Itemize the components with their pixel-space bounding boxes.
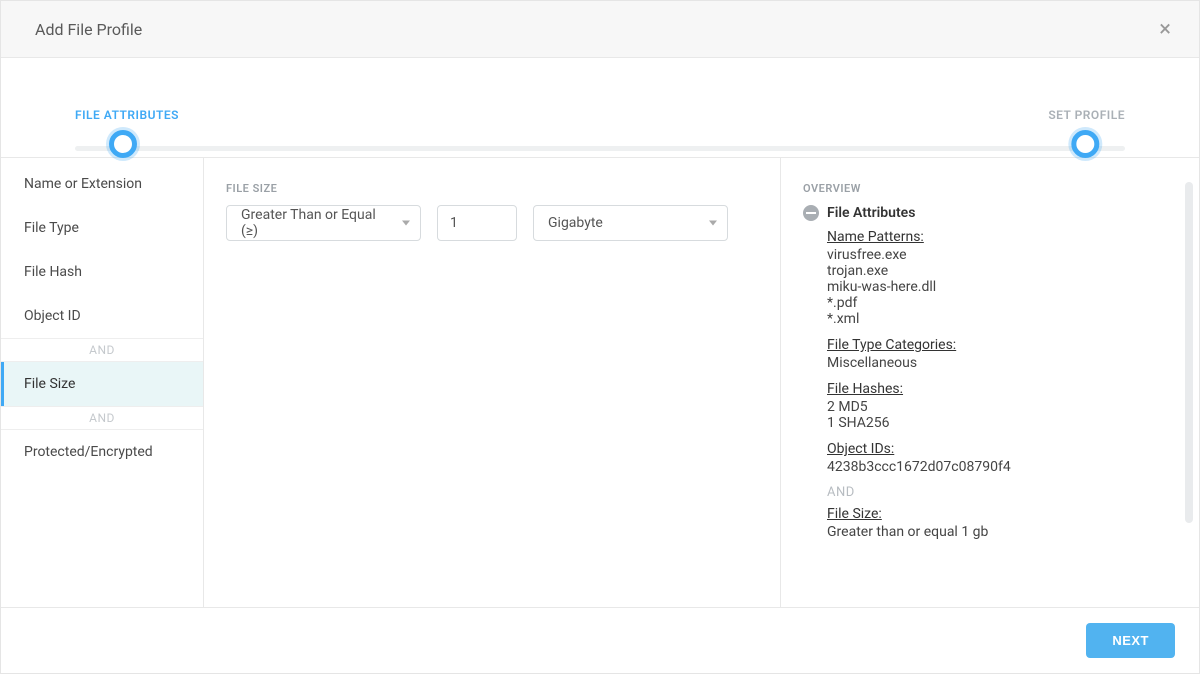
overview-group-title: File Hashes: [827, 381, 1177, 397]
unit-select[interactable]: Gigabyte [533, 205, 728, 241]
overview-section-header: File Attributes [803, 205, 1177, 221]
sidebar-item-name-extension[interactable]: Name or Extension [1, 162, 203, 206]
step-dot-icon [109, 130, 137, 158]
overview-value: virusfree.exe [827, 247, 1177, 263]
attribute-sidebar: Name or Extension File Type File Hash Ob… [1, 158, 204, 607]
overview-value: Miscellaneous [827, 355, 1177, 371]
overview-group-title: File Size: [827, 506, 1177, 522]
overview-group-title: File Type Categories: [827, 337, 1177, 353]
step-set-profile[interactable]: SET PROFILE [1048, 108, 1125, 158]
overview-group-file-size: File Size: Greater than or equal 1 gb [827, 506, 1177, 540]
step-label: FILE ATTRIBUTES [75, 108, 179, 122]
overview-body: Name Patterns: virusfree.exe trojan.exe … [803, 229, 1177, 540]
chevron-down-icon [402, 221, 410, 226]
sidebar-item-protected-encrypted[interactable]: Protected/Encrypted [1, 430, 203, 474]
section-label: FILE SIZE [226, 182, 758, 195]
step-dot-icon [1071, 130, 1099, 158]
modal-body: Name or Extension File Type File Hash Ob… [1, 158, 1199, 607]
overview-value: 1 SHA256 [827, 415, 1177, 431]
overview-panel: OVERVIEW File Attributes Name Patterns: … [781, 158, 1199, 607]
size-value: 1 [450, 215, 458, 231]
next-button[interactable]: NEXT [1086, 623, 1175, 658]
overview-group-title: Object IDs: [827, 441, 1177, 457]
wizard-stepper: FILE ATTRIBUTES SET PROFILE [1, 58, 1199, 158]
overview-section-title: File Attributes [827, 205, 915, 221]
file-size-controls: Greater Than or Equal (≥) 1 Gigabyte [226, 205, 758, 241]
add-file-profile-modal: Add File Profile × FILE ATTRIBUTES SET P… [0, 0, 1200, 674]
modal-footer: NEXT [1, 607, 1199, 673]
file-size-panel: FILE SIZE Greater Than or Equal (≥) 1 Gi… [204, 158, 781, 607]
modal-title: Add File Profile [35, 20, 142, 39]
sidebar-item-file-type[interactable]: File Type [1, 206, 203, 250]
comparator-select[interactable]: Greater Than or Equal (≥) [226, 205, 421, 241]
overview-value: miku-was-here.dll [827, 279, 1177, 295]
overview-group-title: Name Patterns: [827, 229, 1177, 245]
overview-group-name-patterns: Name Patterns: virusfree.exe trojan.exe … [827, 229, 1177, 327]
scrollbar-thumb[interactable] [1185, 182, 1193, 523]
overview-group-file-hashes: File Hashes: 2 MD5 1 SHA256 [827, 381, 1177, 431]
collapse-icon[interactable] [803, 205, 819, 221]
sidebar-item-file-size[interactable]: File Size [1, 362, 203, 406]
modal-header: Add File Profile × [1, 1, 1199, 58]
overview-value: *.pdf [827, 295, 1177, 311]
stepper-line [75, 146, 1125, 151]
chevron-down-icon [709, 221, 717, 226]
overview-value: *.xml [827, 311, 1177, 327]
size-value-input[interactable]: 1 [437, 205, 517, 241]
overview-group-object-ids: Object IDs: 4238b3ccc1672d07c08790f4 [827, 441, 1177, 475]
sidebar-separator: AND [1, 406, 203, 430]
comparator-value: Greater Than or Equal (≥) [241, 207, 390, 239]
sidebar-separator: AND [1, 338, 203, 362]
overview-and-separator: AND [827, 485, 1177, 500]
sidebar-item-file-hash[interactable]: File Hash [1, 250, 203, 294]
sidebar-item-object-id[interactable]: Object ID [1, 294, 203, 338]
close-icon[interactable]: × [1151, 13, 1179, 46]
overview-group-file-type: File Type Categories: Miscellaneous [827, 337, 1177, 371]
overview-scrollbar[interactable] [1185, 182, 1193, 583]
overview-value: Greater than or equal 1 gb [827, 524, 1177, 540]
unit-value: Gigabyte [548, 215, 603, 231]
overview-value: 4238b3ccc1672d07c08790f4 [827, 459, 1177, 475]
overview-title: OVERVIEW [803, 182, 1177, 195]
overview-value: trojan.exe [827, 263, 1177, 279]
overview-value: 2 MD5 [827, 399, 1177, 415]
step-file-attributes[interactable]: FILE ATTRIBUTES [75, 108, 179, 158]
step-label: SET PROFILE [1048, 108, 1125, 122]
